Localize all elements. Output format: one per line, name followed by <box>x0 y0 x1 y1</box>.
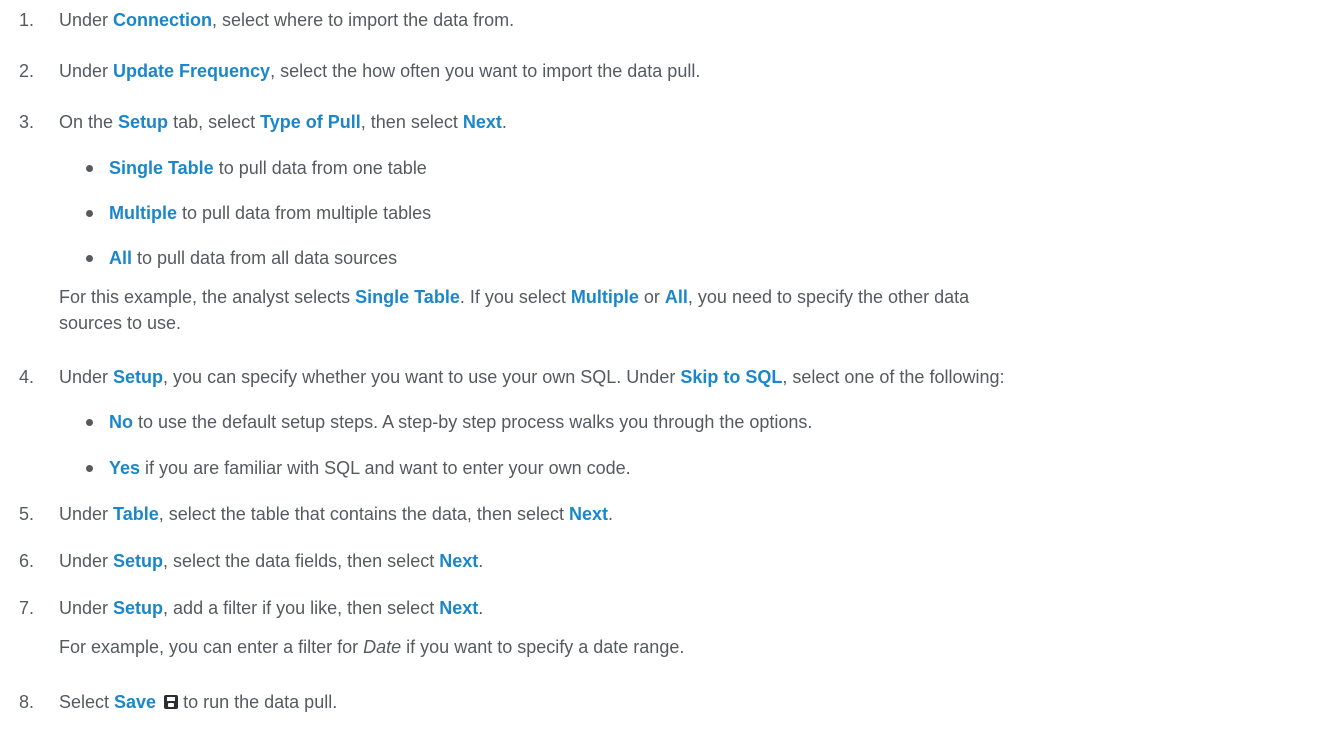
ui-term-skip-to-sql: Skip to SQL <box>680 367 783 387</box>
bullet-dot-icon <box>86 465 93 472</box>
step-number: 7. <box>19 598 35 618</box>
ui-term-save: Save <box>114 692 157 712</box>
instructions-document: 1. Under Connection, select where to imp… <box>0 0 1318 735</box>
text-segment: . If you select <box>459 287 571 307</box>
step-text: Select Save to run the data pull. <box>59 689 337 715</box>
ui-term-setup: Setup <box>113 551 164 571</box>
field-name-date: Date <box>363 637 402 657</box>
ui-term-connection: Connection <box>113 10 213 30</box>
text-segment: , select the data fields, then select <box>163 551 440 571</box>
text-segment: , you need to specify the other data <box>687 287 970 307</box>
ui-term-update-frequency: Update Frequency <box>113 61 271 81</box>
ui-term-next: Next <box>439 551 479 571</box>
step-number: 6. <box>19 551 35 571</box>
text-segment: . <box>478 598 484 618</box>
step-number: 4. <box>19 367 35 387</box>
bullet-text: Yes if you are familiar with SQL and wan… <box>109 455 631 481</box>
step-text: Under Update Frequency, select the how o… <box>59 58 700 84</box>
step-text: Under Connection, select where to import… <box>59 7 514 33</box>
text-segment: Under <box>59 551 114 571</box>
text-segment: if you are familiar with SQL and want to… <box>140 458 631 478</box>
step-number: 3. <box>19 112 35 132</box>
step-number: 2. <box>19 61 35 81</box>
text-segment: Under <box>59 504 114 524</box>
text-segment: to pull data from multiple tables <box>177 203 432 223</box>
step-text: Under Setup, select the data fields, the… <box>59 548 483 574</box>
text-segment: , select one of the following: <box>782 367 1005 387</box>
ui-term-setup: Setup <box>118 112 169 132</box>
text-segment: Under <box>59 598 114 618</box>
text-segment: to pull data from all data sources <box>132 248 398 268</box>
ui-term-type-of-pull: Type of Pull <box>260 112 361 132</box>
text-segment: , then select <box>360 112 463 132</box>
ui-term-setup: Setup <box>113 367 164 387</box>
ui-term-setup: Setup <box>113 598 164 618</box>
ui-term-next: Next <box>568 504 608 524</box>
text-segment: if you want to specify a date range. <box>401 637 685 657</box>
text-segment: Under <box>59 61 114 81</box>
text-segment: For example, you can enter a filter for <box>59 637 364 657</box>
text-segment: . <box>478 551 484 571</box>
text-segment: For this example, the analyst selects <box>59 287 356 307</box>
bullet-dot-icon <box>86 210 93 217</box>
text-segment: , you can specify whether you want to us… <box>163 367 681 387</box>
ui-term-single-table: Single Table <box>109 158 214 178</box>
text-segment: Select <box>59 692 115 712</box>
bullet-text: Multiple to pull data from multiple tabl… <box>109 200 431 226</box>
step-text: Under Setup, add a filter if you like, t… <box>59 595 483 621</box>
text-segment: , select the how often you want to impor… <box>270 61 701 81</box>
ui-term-yes: Yes <box>109 458 141 478</box>
ui-term-multiple: Multiple <box>570 287 639 307</box>
text-segment: or <box>638 287 665 307</box>
note-text: sources to use. <box>59 313 182 333</box>
text-segment: Under <box>59 367 114 387</box>
bullet-text: All to pull data from all data sources <box>109 245 397 271</box>
text-segment: On the <box>59 112 119 132</box>
note-text: For example, you can enter a filter for … <box>59 634 684 660</box>
save-icon <box>164 695 179 709</box>
text-segment: , select the table that contains the dat… <box>158 504 569 524</box>
step-number: 5. <box>19 504 35 524</box>
ui-term-no: No <box>109 412 133 432</box>
bullet-dot-icon <box>86 165 93 172</box>
ui-term-multiple: Multiple <box>109 203 177 223</box>
bullet-dot-icon <box>86 419 93 426</box>
step-text: On the Setup tab, select Type of Pull, t… <box>59 109 507 135</box>
ui-term-next: Next <box>439 598 479 618</box>
step-text: Under Table, select the table that conta… <box>59 501 613 527</box>
ui-term-table: Table <box>113 504 159 524</box>
text-segment: . <box>608 504 614 524</box>
text-segment: tab, select <box>168 112 261 132</box>
text-segment: to pull data from one table <box>213 158 427 178</box>
text-segment: . <box>501 112 507 132</box>
text-segment: to run the data pull. <box>178 692 338 712</box>
text-segment: , add a filter if you like, then select <box>163 598 440 618</box>
text-segment: Under <box>59 10 114 30</box>
bullet-dot-icon <box>86 255 93 262</box>
bullet-text: No to use the default setup steps. A ste… <box>109 409 812 435</box>
step-number: 1. <box>19 10 35 30</box>
ui-term-next: Next <box>462 112 502 132</box>
step-number: 8. <box>19 692 35 712</box>
text-segment: , select where to import the data from. <box>212 10 515 30</box>
step-text: Under Setup, you can specify whether you… <box>59 364 1004 390</box>
text-segment: to use the default setup steps. A step-b… <box>133 412 813 432</box>
ui-term-all: All <box>664 287 688 307</box>
ui-term-single-table: Single Table <box>355 287 460 307</box>
bullet-text: Single Table to pull data from one table <box>109 155 427 181</box>
note-text: For this example, the analyst selects Si… <box>59 284 969 310</box>
ui-term-all: All <box>109 248 133 268</box>
